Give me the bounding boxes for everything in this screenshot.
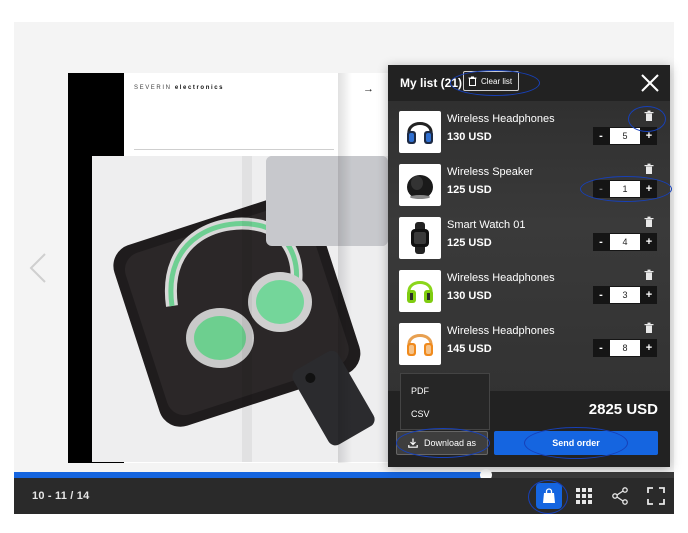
page-arrow-icon: → <box>363 83 374 95</box>
item-price: 130 USD <box>447 290 492 302</box>
cart-item: Wireless Headphones 145 USD - 8 + <box>388 319 670 369</box>
clear-list-button[interactable]: Clear list <box>463 71 520 91</box>
product-thumbnail <box>399 217 441 259</box>
brand-logo: SEVERIN electronics <box>134 85 225 91</box>
fullscreen-button[interactable] <box>644 484 668 508</box>
item-name: Smart Watch 01 <box>447 219 526 231</box>
book-spine-shadow <box>338 73 352 463</box>
shopping-bag-icon <box>543 488 555 503</box>
decrease-quantity-button[interactable]: - <box>593 127 609 145</box>
remove-item-trash-icon[interactable] <box>643 215 655 227</box>
cart-total: 2825 USD <box>588 401 658 418</box>
trash-icon <box>468 76 477 86</box>
share-button[interactable] <box>608 484 632 508</box>
remove-item-trash-icon[interactable] <box>643 268 655 280</box>
share-icon <box>612 487 628 505</box>
decrease-quantity-button[interactable]: - <box>593 180 609 198</box>
cart-item: Wireless Headphones 130 USD - 5 + <box>388 107 670 157</box>
cart-item: Wireless Headphones 130 USD - 3 + <box>388 266 670 316</box>
cart-item: Smart Watch 01 125 USD - 4 + <box>388 213 670 263</box>
download-option-pdf[interactable]: PDF <box>411 386 429 396</box>
grid-view-button[interactable] <box>572 484 596 508</box>
remove-item-trash-icon[interactable] <box>643 321 655 333</box>
product-thumbnail <box>399 323 441 365</box>
download-icon <box>408 438 418 448</box>
quantity-stepper: - 5 + <box>593 127 657 145</box>
product-thumbnail <box>399 111 441 153</box>
item-price: 125 USD <box>447 184 492 196</box>
quantity-value[interactable]: 5 <box>609 127 641 145</box>
download-option-csv[interactable]: CSV <box>411 409 430 419</box>
increase-quantity-button[interactable]: + <box>641 127 657 145</box>
quantity-value[interactable]: 3 <box>609 286 641 304</box>
item-name: Wireless Headphones <box>447 113 555 125</box>
item-name: Wireless Speaker <box>447 166 534 178</box>
increase-quantity-button[interactable]: + <box>641 233 657 251</box>
remove-item-trash-icon[interactable] <box>643 109 655 121</box>
close-icon <box>641 74 659 92</box>
previous-page-arrow-icon[interactable] <box>28 252 48 284</box>
item-name: Wireless Headphones <box>447 325 555 337</box>
quantity-value[interactable]: 4 <box>609 233 641 251</box>
item-name: Wireless Headphones <box>447 272 555 284</box>
divider <box>134 149 334 150</box>
increase-quantity-button[interactable]: + <box>641 180 657 198</box>
send-order-button[interactable]: Send order <box>494 431 658 455</box>
close-panel-button[interactable] <box>640 73 660 93</box>
shopping-bag-button[interactable] <box>536 483 562 509</box>
quantity-value[interactable]: 1 <box>609 180 641 198</box>
download-as-button[interactable]: Download as <box>396 431 488 455</box>
quantity-stepper: - 4 + <box>593 233 657 251</box>
clear-list-label: Clear list <box>481 76 513 86</box>
quantity-value[interactable]: 8 <box>609 339 641 357</box>
product-thumbnail <box>399 164 441 206</box>
product-thumbnail <box>399 270 441 312</box>
item-price: 125 USD <box>447 237 492 249</box>
increase-quantity-button[interactable]: + <box>641 286 657 304</box>
bottom-toolbar: 10 - 11 / 14 <box>14 478 674 514</box>
download-as-label: Download as <box>423 438 477 448</box>
decrease-quantity-button[interactable]: - <box>593 286 609 304</box>
remove-item-trash-icon[interactable] <box>643 162 655 174</box>
item-price: 130 USD <box>447 131 492 143</box>
decrease-quantity-button[interactable]: - <box>593 339 609 357</box>
decrease-quantity-button[interactable]: - <box>593 233 609 251</box>
grid-icon <box>576 488 592 504</box>
laptop-image <box>266 156 388 246</box>
quantity-stepper: - 1 + <box>593 180 657 198</box>
quantity-stepper: - 8 + <box>593 339 657 357</box>
fullscreen-icon <box>647 487 665 505</box>
page-indicator: 10 - 11 / 14 <box>32 490 90 502</box>
quantity-stepper: - 3 + <box>593 286 657 304</box>
cart-item: Wireless Speaker 125 USD - 1 + <box>388 160 670 210</box>
increase-quantity-button[interactable]: + <box>641 339 657 357</box>
download-format-menu: PDF CSV <box>400 373 490 430</box>
item-price: 145 USD <box>447 343 492 355</box>
cart-title: My list (21) <box>400 76 463 90</box>
